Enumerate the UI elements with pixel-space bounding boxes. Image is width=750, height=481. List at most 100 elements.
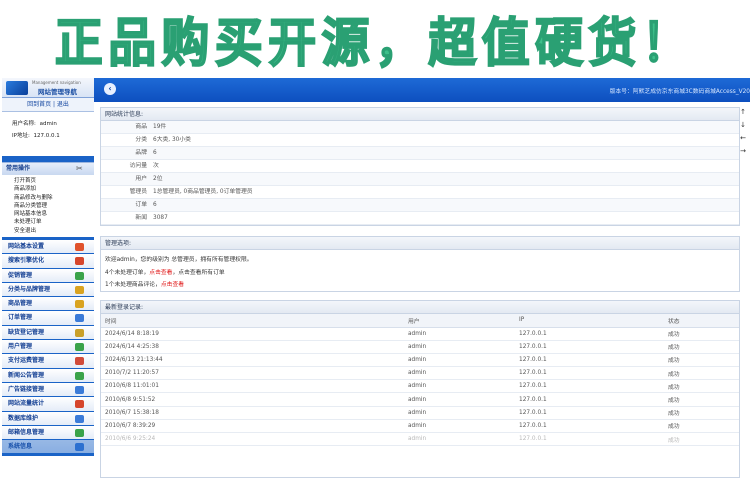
orders-view-link[interactable]: 点击查看	[149, 270, 172, 276]
sidebar-menu-item[interactable]: 搜索引擎优化	[2, 254, 94, 269]
menu-item-icon	[75, 285, 84, 294]
table-cell: admin	[404, 353, 515, 368]
sidebar-menu-item[interactable]: 订单管理	[2, 311, 94, 326]
stats-row: 分类 6大类, 30小类	[101, 134, 739, 147]
sidebar: Management navigation 网站管理导航 回到首页 | 退出 用…	[2, 78, 94, 456]
table-row: 2010/6/8 11:01:01 admin 127.0.0.1 成功	[101, 379, 739, 394]
sidebar-menu-item[interactable]: 邮箱信息管理	[2, 425, 94, 441]
table-cell: admin	[404, 379, 515, 394]
stats-row: 商品 19件	[101, 121, 739, 134]
sidebar-menu-item[interactable]: 广告链接管理	[2, 382, 94, 398]
sidebar-menu-item[interactable]: 系统信息	[2, 440, 94, 455]
common-op-item[interactable]: 商品分类管理	[14, 202, 94, 210]
sidebar-menu: 网站基本设置 搜索引擎优化促销管理分类与品牌管理 商品管理订单管理缺货登记管理 用户管…	[2, 240, 94, 455]
menu-item-icon	[75, 443, 84, 452]
stats-value: 3087	[153, 215, 168, 221]
table-cell: 127.0.0.1	[515, 392, 664, 407]
login-records-title: 最新登录记录:	[101, 301, 739, 314]
stats-row: 访问量次	[101, 160, 739, 173]
back-arrow-icon[interactable]: ‹	[104, 83, 116, 95]
sidebar-menu-item[interactable]: 促销管理	[2, 268, 94, 283]
comments-view-link[interactable]: 点击查看	[161, 282, 184, 288]
menu-item-label: 促销管理	[8, 271, 33, 279]
menu-item-icon	[75, 428, 84, 437]
common-op-item[interactable]: 商品添加	[14, 185, 94, 193]
stats-key: 订单	[135, 202, 147, 208]
common-op-item[interactable]: 网站基本信息	[14, 210, 94, 218]
common-ops-header[interactable]: 常用操作 ✂	[2, 163, 94, 175]
table-cell: 成功	[664, 392, 739, 407]
ip-label: IP地址:	[12, 133, 30, 139]
sidebar-menu-item[interactable]: 商品管理	[2, 297, 94, 312]
stats-rows: 商品 19件 分类 6大类, 30小类 品牌 6 访问量次用户 2位 管理员 1总管理员, 0商品…	[101, 121, 739, 225]
table-row: 2010/6/6 9:25:24 admin 127.0.0.1 成功	[101, 432, 739, 447]
version-text: 版本号：阿默芝成仿京东商城3C数码商城Access_V20	[609, 89, 750, 95]
sidebar-menu-item[interactable]: 缺货登记管理	[2, 325, 94, 341]
table-cell: 成功	[664, 432, 739, 447]
menu-item-icon	[75, 400, 84, 409]
table-header-row: 时间 用户 IP 状态	[101, 314, 739, 328]
table-cell: 成功	[664, 366, 739, 381]
table-cell: 127.0.0.1	[515, 327, 664, 341]
table-cell: 127.0.0.1	[515, 340, 664, 354]
menu-item-icon	[75, 328, 84, 337]
menu-item-icon	[75, 414, 84, 423]
sidebar-menu-item[interactable]: 网站基本设置	[2, 240, 94, 255]
stats-row: 新闻 3087	[101, 212, 739, 225]
sidebar-menu-item[interactable]: 支付运费管理	[2, 354, 94, 369]
sidebar-menu-item[interactable]: 网站流量统计	[2, 397, 94, 412]
main-content: ↑ ↓ ← → 网站统计信息: 商品 19件 分类 6大类, 30小类 品牌 6 访问量次用…	[94, 102, 750, 481]
stats-key: 新闻	[135, 215, 147, 221]
sidebar-logo: Management navigation 网站管理导航	[2, 78, 94, 98]
column-header-time: 时间	[101, 314, 404, 328]
common-op-item[interactable]: 商品修改与删除	[14, 194, 94, 202]
stats-key: 分类	[135, 137, 147, 143]
stats-value: 19件	[153, 124, 167, 130]
top-bar: ‹ 版本号：阿默芝成仿京东商城3C数码商城Access_V20	[94, 78, 750, 102]
common-operations: 常用操作 ✂ 打开首页 商品添加 商品修改与删除 商品分类管理 网站基本信息 未处理订单安…	[2, 162, 94, 237]
menu-item-label: 网站流量统计	[8, 400, 45, 408]
menu-item-label: 邮箱信息管理	[8, 428, 45, 436]
common-op-item[interactable]: 安全退出	[14, 227, 94, 235]
stats-value: 1总管理员, 0商品管理员, 0订单管理员	[153, 189, 253, 195]
table-cell: 成功	[664, 379, 739, 394]
table-cell: 127.0.0.1	[515, 366, 664, 381]
menu-item-label: 系统信息	[8, 443, 33, 451]
login-records-panel: 最新登录记录: 时间 用户 IP 状态 2024/6/14 8:18:19 adm…	[100, 300, 740, 478]
logo-subtitle: Management navigation	[32, 80, 81, 85]
sidebar-menu-item[interactable]: 新闻公告管理	[2, 368, 94, 383]
stats-title: 网站统计信息:	[101, 108, 739, 121]
common-op-item[interactable]: 未处理订单	[14, 218, 94, 226]
quick-links[interactable]: 回到首页 | 退出	[2, 98, 94, 112]
sidebar-menu-item[interactable]: 用户管理	[2, 340, 94, 355]
menu-item-label: 广告链接管理	[8, 385, 45, 393]
menu-item-icon	[75, 300, 84, 309]
column-header-status: 状态	[664, 314, 739, 328]
orders-all-link[interactable]: ，点击查看所有订单	[172, 270, 224, 276]
table-cell: 2010/7/2 11:20:57	[101, 366, 404, 381]
common-op-item[interactable]: 打开首页	[14, 177, 94, 185]
menu-item-label: 缺货登记管理	[8, 328, 45, 336]
table-cell: 2024/6/14 4:25:38	[101, 340, 404, 354]
sidebar-menu-item[interactable]: 分类与品牌管理	[2, 282, 94, 298]
menu-item-label: 数据库维护	[8, 414, 39, 422]
logo-icon	[6, 81, 28, 95]
logo-title: 网站管理导航	[38, 88, 77, 96]
stats-value: 6	[153, 202, 157, 208]
table-row: 2024/6/14 8:18:19 admin 127.0.0.1 成功	[101, 327, 739, 341]
table-cell: 2010/6/7 15:38:18	[101, 406, 404, 420]
menu-item-icon	[75, 343, 84, 352]
table-cell: 2024/6/13 21:13:44	[101, 353, 404, 368]
stats-value: 6	[153, 150, 157, 156]
menu-item-label: 订单管理	[8, 314, 33, 322]
menu-item-icon	[75, 357, 84, 366]
sidebar-menu-item[interactable]: 数据库维护	[2, 411, 94, 426]
menu-item-label: 用户管理	[8, 343, 33, 351]
table-cell: 127.0.0.1	[515, 419, 664, 434]
promo-banner: 正品购买开源，超值硬货！	[0, 0, 750, 76]
column-header-user: 用户	[404, 314, 515, 328]
table-cell: 成功	[664, 353, 739, 368]
table-row: 2024/6/14 4:25:38 admin 127.0.0.1 成功	[101, 340, 739, 354]
comments-count-text: 1个未处理商品评论，	[105, 282, 161, 288]
stats-row: 管理员 1总管理员, 0商品管理员, 0订单管理员	[101, 186, 739, 199]
